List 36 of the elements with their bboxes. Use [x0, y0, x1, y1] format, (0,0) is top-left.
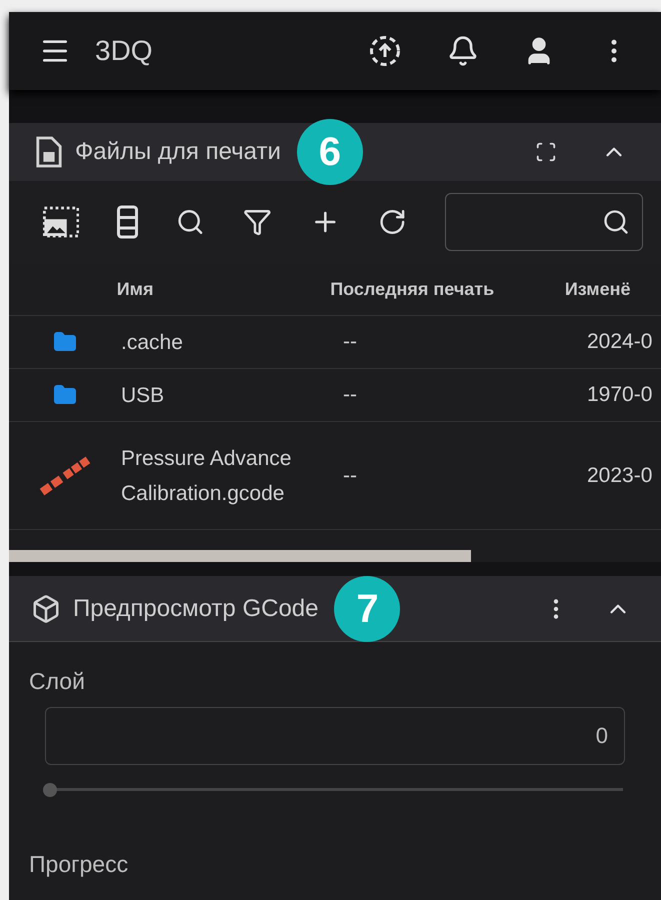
file-name[interactable]: Pressure Advance Calibration.gcode: [121, 440, 343, 510]
panel-title: Файлы для печати: [75, 137, 281, 167]
column-header[interactable]: Последняя печать: [330, 276, 565, 302]
search-icon[interactable]: [602, 208, 630, 236]
file-name[interactable]: .cache: [121, 324, 343, 360]
last-print-cell-text: --: [343, 382, 358, 408]
folder-icon: [53, 330, 77, 354]
layer-slider[interactable]: [43, 782, 623, 796]
folder-icon: [53, 383, 77, 407]
layer-field[interactable]: 0: [45, 706, 625, 764]
step-badge: 6: [296, 119, 363, 185]
field-label: Прогресс: [29, 850, 130, 879]
column-header[interactable]: Имя: [116, 276, 330, 302]
modified-cell-text: 1970-0: [587, 382, 652, 408]
columns-icon[interactable]: [117, 205, 138, 239]
modified-cell-text: 2024-0: [587, 329, 652, 356]
filter-icon[interactable]: [243, 207, 272, 237]
panel-title: Предпросмотр GCode: [73, 594, 318, 624]
cube-icon: [31, 594, 61, 624]
step-badge: 7: [334, 576, 400, 642]
refresh-icon[interactable]: [378, 207, 408, 237]
fullscreen-icon[interactable]: [535, 141, 557, 163]
search-icon[interactable]: [176, 207, 206, 237]
modified-cell-text: 2023-0: [587, 462, 652, 489]
field-label: Слой: [29, 667, 86, 696]
bell-icon[interactable]: [447, 35, 479, 67]
document-icon: [35, 135, 63, 169]
column-header[interactable]: Изменё: [564, 276, 661, 302]
last-print-cell-text: --: [343, 329, 358, 356]
scrollbar[interactable]: [9, 550, 471, 562]
search-field[interactable]: [445, 193, 644, 251]
image-select-icon[interactable]: [43, 206, 80, 238]
app-title: 3DQ: [95, 34, 153, 68]
file-name[interactable]: USB: [121, 378, 343, 412]
upload-icon[interactable]: [367, 33, 403, 69]
last-print-cell-text: --: [343, 462, 358, 489]
